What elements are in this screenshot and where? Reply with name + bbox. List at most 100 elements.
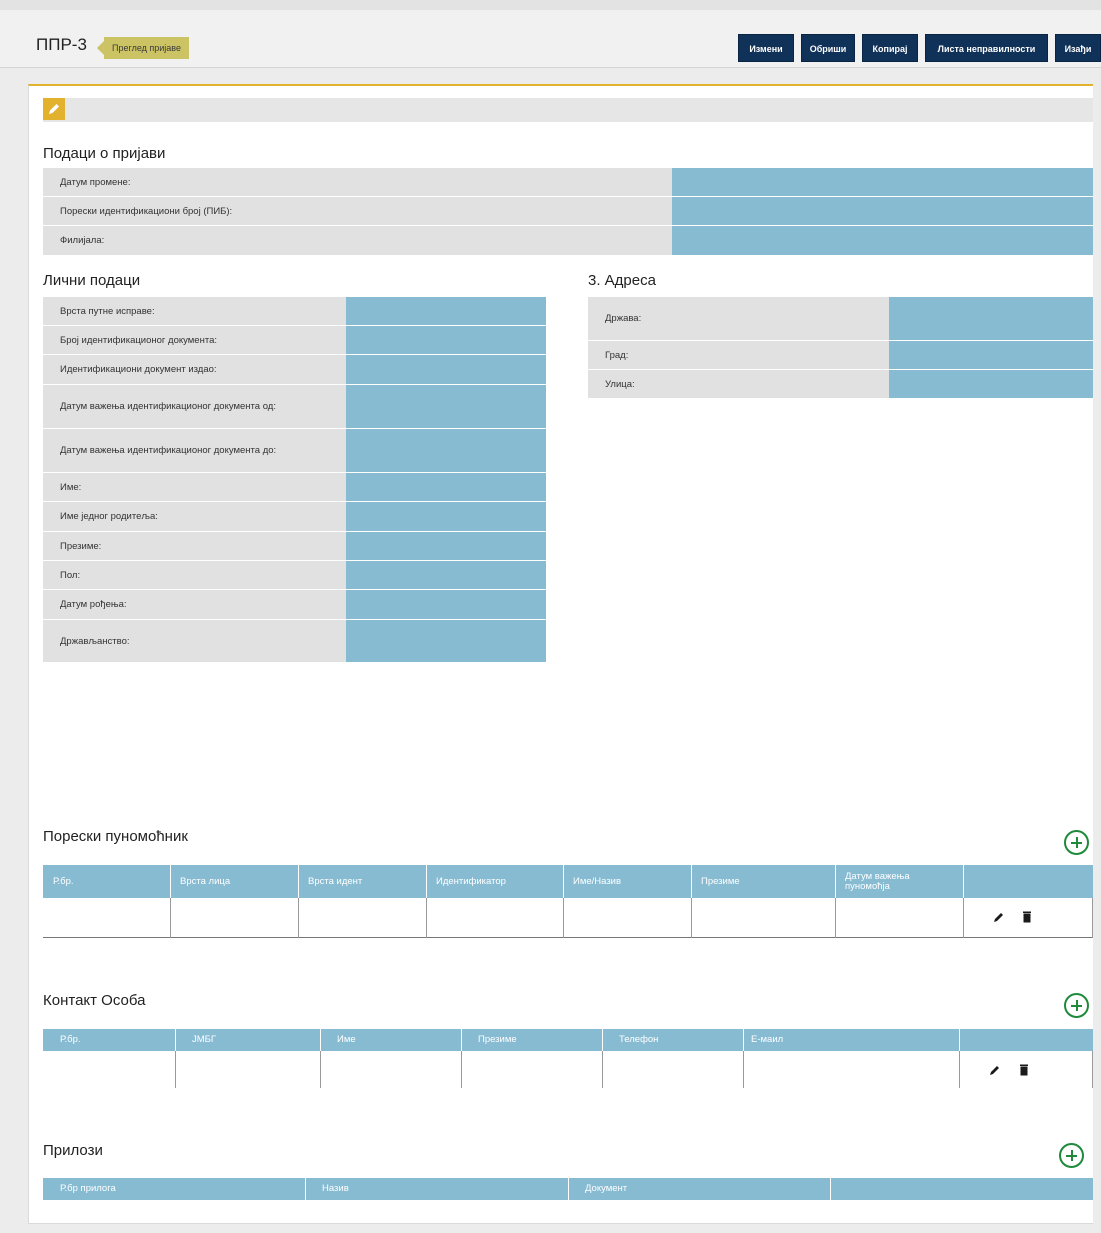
prilozi-col-name: Назив: [322, 1183, 349, 1194]
trash-icon[interactable]: [1021, 910, 1033, 923]
punomocnik-col-rbr: Р.бр.: [53, 875, 74, 887]
kontakt-cell-divider: [743, 1051, 744, 1088]
add-punomocnik-button[interactable]: [1064, 830, 1089, 855]
punomocnik-cell-divider: [170, 898, 171, 938]
edit-button[interactable]: Измени: [738, 34, 794, 62]
kontakt-table-row: [43, 1051, 1093, 1088]
pencil-icon: [43, 98, 65, 120]
prilozi-header-divider: [830, 1178, 831, 1200]
licni-value-issued-by: [346, 355, 546, 385]
licni-label-document-type: Врста путне исправе:: [43, 297, 346, 326]
licni-value-parent-name: [346, 502, 546, 532]
kontakt-cell-divider: [320, 1051, 321, 1088]
kontakt-col-jmbg: ЈМБГ: [192, 1034, 217, 1045]
punomocnik-header-divider: [963, 865, 964, 898]
add-prilog-button[interactable]: [1059, 1143, 1084, 1168]
licni-label-last-name: Презиме:: [43, 532, 346, 561]
punomocnik-cell-divider: [691, 898, 692, 938]
punomocnik-col-person-type: Врста лица: [180, 875, 231, 887]
adresa-label-city: Град:: [588, 341, 889, 370]
info-text: · · · · · · · · · · · · · · · · · ·: [79, 111, 217, 115]
licni-value-citizenship: [346, 620, 546, 663]
licni-value-birth-date: [346, 590, 546, 620]
kontakt-cell-divider: [175, 1051, 176, 1088]
licni-label-birth-date: Датум рођења:: [43, 590, 346, 620]
adresa-value-city: [889, 341, 1093, 370]
page-title: ППР-3: [36, 35, 87, 54]
licni-value-last-name: [346, 532, 546, 561]
add-kontakt-button[interactable]: [1064, 993, 1089, 1018]
punomocnik-table-header: Р.бр. Врста лица Врста идент Идентификат…: [43, 865, 1093, 898]
prilozi-col-document: Документ: [585, 1183, 628, 1194]
kontakt-col-phone: Телефон: [619, 1034, 659, 1045]
punomocnik-cell-divider: [298, 898, 299, 938]
punomocnik-col-name: Име/Назив: [573, 875, 622, 887]
kontakt-table-header: Р.бр. ЈМБГ Име Презиме Телефон Е-маил: [43, 1029, 1093, 1051]
kontakt-col-email: Е-маил: [751, 1034, 784, 1045]
prilozi-col-rbr: Р.бр прилога: [60, 1183, 116, 1194]
kontakt-header-divider: [175, 1029, 176, 1051]
punomocnik-cell-divider: [963, 898, 964, 938]
licni-label-citizenship: Држављанство:: [43, 620, 346, 663]
page-header: ППР-3 Преглед пријаве Измени Обриши Копи…: [0, 10, 1101, 68]
punomocnik-cell-divider: [835, 898, 836, 938]
punomocnik-cell-divider: [563, 898, 564, 938]
kontakt-cell-divider: [602, 1051, 603, 1088]
copy-button[interactable]: Копирај: [862, 34, 918, 62]
punomocnik-header-divider: [691, 865, 692, 898]
licni-label-valid-to: Датум важења идентификационог документа …: [43, 429, 346, 473]
prijava-value-branch: [672, 226, 1093, 256]
licni-label-gender: Пол:: [43, 561, 346, 590]
licni-label-first-name: Име:: [43, 473, 346, 502]
irregularities-list-button[interactable]: Листа неправилности: [925, 34, 1048, 62]
punomocnik-table-row: [43, 898, 1093, 938]
licni-value-document-type: [346, 297, 546, 326]
punomocnik-col-identifier: Идентификатор: [436, 875, 506, 887]
punomocnik-col-actions: [963, 865, 1093, 898]
licni-value-first-name: [346, 473, 546, 502]
kontakt-col-rbr: Р.бр.: [60, 1034, 81, 1045]
edit-icon[interactable]: [989, 1063, 1001, 1075]
prilozi-header-divider: [568, 1178, 569, 1200]
exit-button[interactable]: Изађи: [1055, 34, 1101, 62]
prijava-value-pib: [672, 197, 1093, 226]
punomocnik-header-divider: [170, 865, 171, 898]
prijava-label-branch: Филијала:: [43, 226, 672, 256]
section-title-adresa: 3. Адреса: [588, 272, 656, 289]
trash-icon[interactable]: [1018, 1063, 1030, 1076]
licni-label-document-number: Број идентификационог документа:: [43, 326, 346, 355]
prilozi-table-header: Р.бр прилога Назив Документ: [43, 1178, 1093, 1200]
section-title-licni: Лични подаци: [43, 272, 141, 289]
kontakt-header-divider: [743, 1029, 744, 1051]
kontakt-header-divider: [461, 1029, 462, 1051]
delete-button[interactable]: Обриши: [801, 34, 855, 62]
licni-label-parent-name: Име једног родитеља:: [43, 502, 346, 532]
adresa-label-country: Држава:: [588, 297, 889, 341]
prilozi-header-divider: [305, 1178, 306, 1200]
section-title-prilozi: Прилози: [43, 1142, 103, 1159]
punomocnik-header-divider: [426, 865, 427, 898]
licni-label-issued-by: Идентификациони документ издао:: [43, 355, 346, 385]
prijava-label-date: Датум промене:: [43, 168, 672, 197]
punomocnik-header-divider: [563, 865, 564, 898]
kontakt-header-divider: [602, 1029, 603, 1051]
kontakt-cell-divider: [1092, 1051, 1093, 1088]
adresa-value-country: [889, 297, 1093, 341]
kontakt-header-divider: [320, 1029, 321, 1051]
kontakt-col-actions: [959, 1029, 1093, 1051]
licni-value-valid-to: [346, 429, 546, 473]
adresa-value-street: [889, 370, 1093, 399]
top-band: [0, 0, 1101, 10]
section-title-kontakt: Контакт Особа: [43, 992, 146, 1009]
kontakt-cell-divider: [959, 1051, 960, 1088]
info-bar: · · · · · · · · · · · · · · · · · ·: [43, 98, 1093, 122]
prijava-label-pib: Порески идентификациони број (ПИБ):: [43, 197, 672, 226]
licni-label-valid-from: Датум важења идентификационог документа …: [43, 385, 346, 429]
breadcrumb[interactable]: Преглед пријаве: [97, 37, 189, 59]
licni-value-gender: [346, 561, 546, 590]
prilozi-col-actions: [830, 1178, 1093, 1200]
licni-value-document-number: [346, 326, 546, 355]
edit-icon[interactable]: [993, 910, 1005, 922]
kontakt-col-surname: Презиме: [478, 1034, 517, 1045]
prijava-value-date: [672, 168, 1093, 197]
